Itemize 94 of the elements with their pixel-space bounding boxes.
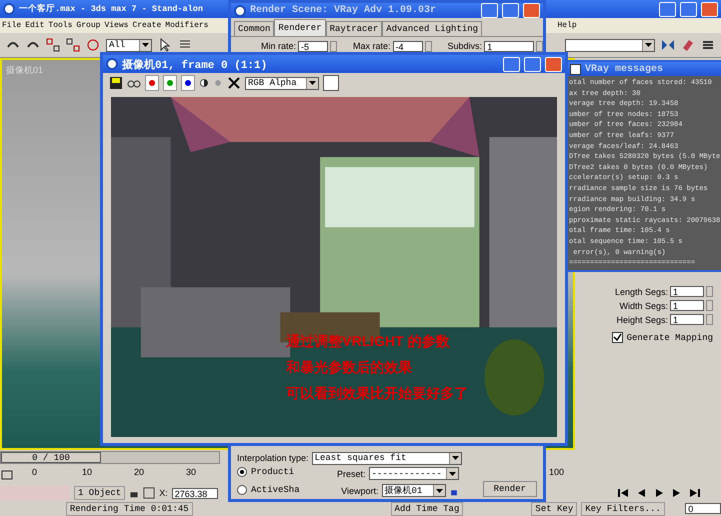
restore-button[interactable] (680, 2, 697, 16)
menu-item[interactable]: Tools (46, 21, 74, 30)
spinner-arrows-icon[interactable] (536, 40, 544, 52)
key-filters-button[interactable]: Key Filters... (581, 502, 665, 516)
named-selection-dropdown[interactable] (565, 38, 655, 52)
tick-label: 0 (32, 467, 38, 477)
field-label: Max rate: (353, 41, 391, 51)
field-label: Subdivs: (448, 41, 482, 51)
menu-item[interactable]: Edit (23, 21, 46, 30)
go-to-start-button[interactable] (616, 487, 630, 499)
time-slider-thumb[interactable]: 0 / 100 (1, 452, 101, 463)
maximize-button[interactable] (524, 56, 541, 72)
interpolation-dropdown[interactable]: Least squares fit (312, 452, 462, 464)
set-key-button[interactable]: Set Key (531, 502, 578, 516)
color-swatch[interactable] (323, 75, 339, 92)
minimize-button[interactable] (503, 56, 520, 72)
absolute-mode-icon[interactable] (143, 487, 156, 499)
x-label: X: (159, 488, 168, 498)
annotation-text: 和暴光参数后的效果 (286, 358, 413, 377)
save-icon[interactable] (109, 76, 123, 90)
tick-label: 100 (549, 467, 564, 477)
radio-button[interactable] (237, 467, 247, 477)
channel-toggle[interactable] (181, 75, 195, 92)
viewport-label: 摄像机01 (6, 64, 44, 77)
field-label: Preset: (337, 468, 366, 478)
selection-filter-dropdown[interactable]: All (106, 38, 152, 52)
menu-item[interactable]: Group (74, 21, 102, 30)
spinner-field[interactable]: -5 (298, 40, 328, 52)
minimize-button[interactable] (481, 3, 498, 18)
eraser-icon[interactable] (681, 38, 695, 52)
tick-label: 20 (134, 467, 144, 477)
spinner-label: Length Segs: (614, 286, 668, 296)
link-icon[interactable] (46, 38, 60, 52)
radio-label: Producti (251, 467, 294, 477)
spinner-field[interactable]: 1 (670, 286, 704, 297)
clear-icon[interactable] (227, 76, 241, 90)
tick-label: 10 (82, 467, 92, 477)
menu-item[interactable]: Views (102, 21, 130, 30)
window-title: VRay messages (585, 64, 664, 74)
window-title: 一个客厅.max - 3ds max 7 - Stand-alon (19, 3, 203, 15)
spinner-field[interactable]: 1 (484, 40, 534, 52)
close-button[interactable] (545, 56, 562, 72)
add-time-tag-button[interactable]: Add Time Tag (390, 502, 464, 516)
maximize-button[interactable] (502, 3, 519, 18)
field-label: Min rate: (261, 41, 296, 51)
spinner-field[interactable]: -4 (392, 40, 423, 52)
menu-item[interactable]: Create (130, 21, 164, 30)
tab[interactable]: Renderer (274, 19, 326, 36)
go-to-end-button[interactable] (688, 487, 702, 499)
current-frame-field[interactable]: 0 (685, 503, 721, 514)
field-label: Interpolation type: (237, 453, 309, 463)
checkbox-label: Generate Mapping (626, 332, 713, 342)
mirror-icon[interactable] (661, 38, 675, 52)
tab[interactable]: Advanced Lighting (382, 21, 482, 36)
bind-icon[interactable] (86, 38, 100, 52)
window-title: Render Scene: VRay Adv 1.09.03r (250, 5, 436, 16)
cursor-icon[interactable] (158, 38, 172, 52)
close-button[interactable] (701, 2, 718, 16)
tab[interactable]: Common (234, 21, 274, 36)
app-logo-icon (106, 58, 118, 70)
render-button[interactable]: Render (482, 481, 537, 497)
spinner-label: Width Segs: (619, 300, 668, 310)
field-label: Viewport: (341, 486, 379, 496)
channel-dropdown[interactable]: RGB Alpha (245, 76, 319, 90)
track-bar-icon[interactable] (0, 468, 14, 482)
x-coordinate-field[interactable]: 2763.38 (172, 488, 218, 498)
tab[interactable]: Raytracer (326, 21, 382, 36)
spinner-field[interactable]: 1 (670, 314, 704, 325)
window-icon (570, 64, 581, 74)
checkbox[interactable] (612, 332, 623, 343)
menu-item[interactable]: Help (555, 21, 579, 30)
annotation-text: 通过调整VRLIGHT 的参数 (286, 332, 450, 351)
menu-item[interactable]: Modifiers (163, 21, 210, 30)
layers-icon[interactable] (701, 38, 715, 52)
tick-label: 30 (186, 467, 196, 477)
app-logo-icon (3, 3, 15, 15)
spinner-label: Height Segs: (616, 314, 668, 324)
window-title: 摄像机01, frame 0 (1:1) (122, 58, 268, 72)
menu-item[interactable]: File (0, 21, 24, 30)
close-button[interactable] (523, 3, 540, 18)
annotation-text: 可以看到效果比开始要好多了 (286, 384, 468, 403)
spinner-field[interactable]: 1 (670, 300, 704, 311)
app-logo-icon (234, 4, 246, 16)
channel-toggle[interactable] (163, 75, 177, 92)
unlink-icon[interactable] (66, 38, 80, 52)
radio-button[interactable] (237, 485, 247, 495)
selection-count: 1 Object (74, 486, 126, 500)
viewport-dropdown[interactable]: 摄像机01 (382, 484, 446, 497)
minimize-button[interactable] (659, 2, 676, 16)
channel-toggle[interactable] (145, 75, 159, 92)
preset-dropdown[interactable]: ------------- (368, 467, 459, 480)
time-slider-track[interactable]: 0 / 100 (0, 451, 220, 464)
radio-label: ActiveSha (251, 485, 300, 495)
monochrome-icon[interactable] (199, 78, 209, 88)
